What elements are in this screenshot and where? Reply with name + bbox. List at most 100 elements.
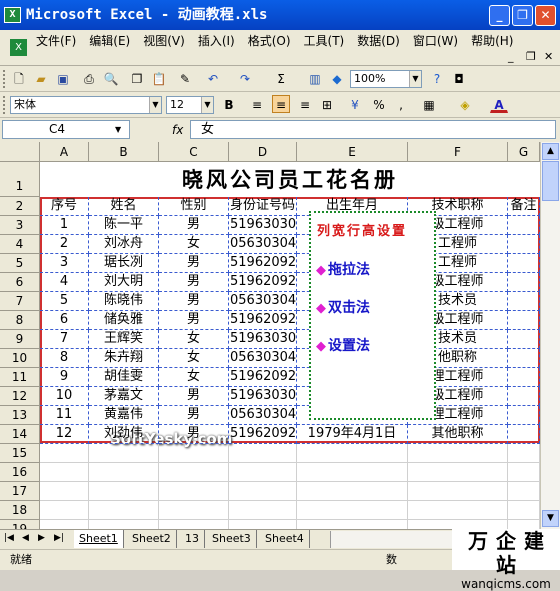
table-cell[interactable] <box>408 482 508 501</box>
copy-icon[interactable]: ❐ <box>128 69 146 87</box>
select-all-corner[interactable] <box>0 142 40 162</box>
table-cell[interactable] <box>40 463 89 482</box>
redo-icon[interactable]: ↷ <box>236 69 254 87</box>
table-cell[interactable] <box>508 292 540 311</box>
print-icon[interactable]: ⎙ <box>80 69 98 87</box>
table-cell[interactable]: 陈晓伟 <box>89 292 159 311</box>
table-cell[interactable]: 05630304 <box>229 235 297 254</box>
table-cell[interactable] <box>508 520 540 529</box>
table-cell[interactable]: 刘冰舟 <box>89 235 159 254</box>
table-cell[interactable]: 05630304 <box>229 349 297 368</box>
table-cell[interactable]: 51962092 <box>229 425 297 444</box>
table-cell[interactable] <box>229 444 297 463</box>
column-header[interactable]: C <box>159 142 229 162</box>
table-cell[interactable] <box>297 501 408 520</box>
menu-item[interactable]: 编辑(E) <box>89 30 130 52</box>
table-cell[interactable]: 10 <box>40 387 89 406</box>
table-cell[interactable]: 1 <box>40 216 89 235</box>
last-sheet-button[interactable]: ▶| <box>54 533 64 543</box>
column-header[interactable]: D <box>229 142 297 162</box>
table-cell[interactable]: 4 <box>40 273 89 292</box>
table-cell[interactable]: 51963030 <box>229 330 297 349</box>
table-cell[interactable]: 6 <box>40 311 89 330</box>
table-cell[interactable]: 刘大明 <box>89 273 159 292</box>
table-cell[interactable]: 3 <box>40 254 89 273</box>
toolbar-grip[interactable] <box>3 70 6 88</box>
table-cell[interactable]: 序号 <box>40 197 89 216</box>
zoom-select[interactable]: 100% ▼ <box>350 70 422 88</box>
table-cell[interactable] <box>408 520 508 529</box>
sheet-title[interactable]: 晓风公司员工花名册 <box>40 162 540 197</box>
borders-icon[interactable]: ▦ <box>420 95 438 113</box>
close-button[interactable]: ✕ <box>535 5 556 26</box>
table-cell[interactable] <box>297 444 408 463</box>
menu-item[interactable]: 视图(V) <box>143 30 185 52</box>
scroll-thumb[interactable] <box>542 161 559 201</box>
column-header[interactable]: A <box>40 142 89 162</box>
scroll-up-icon[interactable]: ▲ <box>542 143 559 160</box>
table-cell[interactable] <box>229 463 297 482</box>
save-icon[interactable]: ▣ <box>54 69 72 87</box>
table-cell[interactable]: 8 <box>40 349 89 368</box>
row-header[interactable]: 3 <box>0 216 40 235</box>
table-cell[interactable] <box>229 501 297 520</box>
table-cell[interactable] <box>508 273 540 292</box>
table-cell[interactable]: 12 <box>40 425 89 444</box>
table-cell[interactable] <box>159 482 229 501</box>
first-sheet-button[interactable]: |◀ <box>4 533 14 543</box>
table-cell[interactable] <box>508 368 540 387</box>
column-header[interactable]: F <box>408 142 508 162</box>
table-cell[interactable] <box>40 501 89 520</box>
fill-color-icon[interactable]: ◈ <box>456 95 474 113</box>
column-header[interactable]: E <box>297 142 408 162</box>
row-header[interactable]: 1 <box>0 162 40 197</box>
table-cell[interactable] <box>508 330 540 349</box>
table-cell[interactable] <box>229 482 297 501</box>
table-cell[interactable]: 5 <box>40 292 89 311</box>
table-cell[interactable]: 9 <box>40 368 89 387</box>
table-cell[interactable] <box>408 444 508 463</box>
row-header[interactable]: 4 <box>0 235 40 254</box>
table-cell[interactable]: 51962092 <box>229 311 297 330</box>
table-cell[interactable] <box>508 444 540 463</box>
chevron-down-icon[interactable]: ▼ <box>149 97 161 113</box>
column-header[interactable]: G <box>508 142 540 162</box>
menu-item[interactable]: 工具(T) <box>304 30 345 52</box>
table-cell[interactable] <box>40 444 89 463</box>
prev-sheet-button[interactable]: ◀ <box>22 533 29 543</box>
autosum-icon[interactable]: Σ <box>272 69 290 87</box>
row-header[interactable]: 12 <box>0 387 40 406</box>
tab-13[interactable]: 13 <box>180 530 205 548</box>
table-cell[interactable] <box>508 482 540 501</box>
row-header[interactable]: 2 <box>0 197 40 216</box>
table-cell[interactable] <box>508 311 540 330</box>
vertical-scrollbar[interactable]: ▲ ▼ <box>540 142 560 529</box>
table-cell[interactable]: 男 <box>159 254 229 273</box>
drawing-icon[interactable]: ◆ <box>328 69 346 87</box>
table-cell[interactable]: 性别 <box>159 197 229 216</box>
formula-input[interactable]: 女 <box>190 120 556 139</box>
row-header[interactable]: 7 <box>0 292 40 311</box>
camera-icon[interactable]: ◘ <box>450 69 468 87</box>
table-cell[interactable]: 男 <box>159 292 229 311</box>
table-cell[interactable] <box>89 463 159 482</box>
table-cell[interactable] <box>508 216 540 235</box>
mdi-close-button[interactable]: ✕ <box>544 50 553 63</box>
row-header[interactable]: 17 <box>0 482 40 501</box>
tab-sheet4[interactable]: Sheet4 <box>260 530 310 548</box>
table-cell[interactable] <box>508 425 540 444</box>
table-cell[interactable] <box>408 463 508 482</box>
currency-icon[interactable]: ¥ <box>346 95 364 113</box>
mdi-restore-button[interactable]: ❐ <box>526 50 536 63</box>
next-sheet-button[interactable]: ▶ <box>38 533 45 543</box>
workbook-icon[interactable]: X <box>10 39 27 56</box>
table-cell[interactable] <box>89 444 159 463</box>
table-cell[interactable] <box>508 235 540 254</box>
row-header[interactable]: 14 <box>0 425 40 444</box>
table-cell[interactable] <box>159 463 229 482</box>
row-header[interactable]: 13 <box>0 406 40 425</box>
table-cell[interactable]: 51962092 <box>229 273 297 292</box>
restore-button[interactable]: ❐ <box>512 5 533 26</box>
table-cell[interactable]: 男 <box>159 387 229 406</box>
menu-item[interactable]: 数据(D) <box>357 30 400 52</box>
